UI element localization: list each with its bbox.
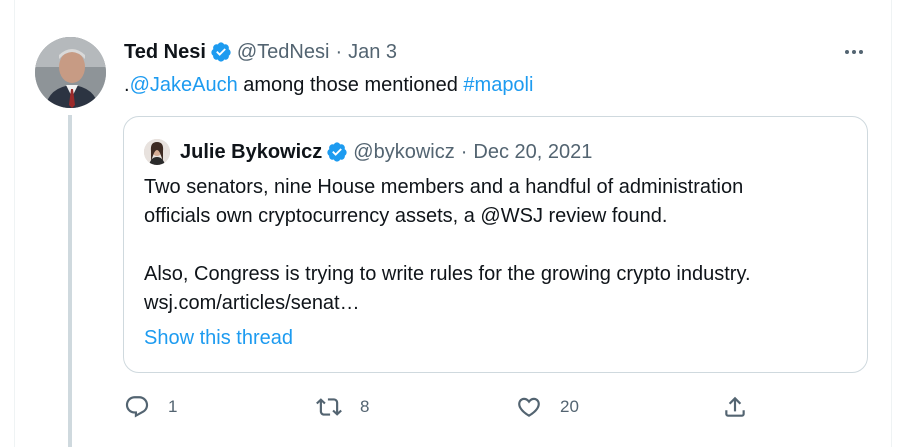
tweet-date[interactable]: Jan 3 [348,41,397,64]
quoted-text-line: Also, Congress is trying to write rules … [144,263,751,285]
author-name[interactable]: Ted Nesi [124,41,206,64]
text-middle: among those mentioned [237,74,464,96]
separator-dot: · [335,40,343,63]
quoted-avatar [144,139,170,165]
quoted-tweet-date: Dec 20, 2021 [473,140,593,163]
more-horizontal-icon[interactable] [842,40,866,64]
retweet-icon [316,394,342,420]
verified-badge-icon [210,41,232,63]
like-icon [516,394,542,420]
quoted-tweet-text: Two senators, nine House members and a h… [144,173,844,318]
hashtag-link[interactable]: #mapoli [463,74,533,96]
retweet-count: 8 [360,397,370,416]
show-thread-link[interactable]: Show this thread [144,327,293,350]
quoted-text-link: wsj.com/articles/senat… [144,292,360,314]
thread-line [68,115,72,447]
share-button[interactable] [722,392,748,422]
retweet-button[interactable]: 8 [316,392,369,422]
like-count: 20 [560,397,579,416]
share-icon [722,394,748,420]
author-handle[interactable]: @TedNesi [237,41,330,64]
reply-icon [124,394,150,420]
verified-badge-icon [326,141,348,163]
quoted-tweet-header: Julie Bykowicz @bykowicz · Dec 20, 2021 [144,139,592,165]
tweet-header: Ted Nesi @TedNesi · Jan 3 [124,38,397,66]
tweet-text: .@JakeAuch among those mentioned #mapoli [124,72,533,98]
quoted-text-line: Two senators, nine House members and a h… [144,176,744,198]
avatar[interactable] [35,37,106,108]
action-bar: 1 8 20 [124,392,764,422]
avatar-image [35,37,106,108]
quoted-author-handle: @bykowicz [353,140,455,163]
like-button[interactable]: 20 [516,392,579,422]
reply-count: 1 [168,397,178,416]
quoted-tweet[interactable]: Julie Bykowicz @bykowicz · Dec 20, 2021 … [123,116,868,373]
quoted-text-line: officials own cryptocurrency assets, a @… [144,205,668,227]
separator-dot: · [460,140,468,163]
mention-link[interactable]: @JakeAuch [130,74,238,96]
quoted-author-name[interactable]: Julie Bykowicz [180,141,322,164]
reply-button[interactable]: 1 [124,392,177,422]
